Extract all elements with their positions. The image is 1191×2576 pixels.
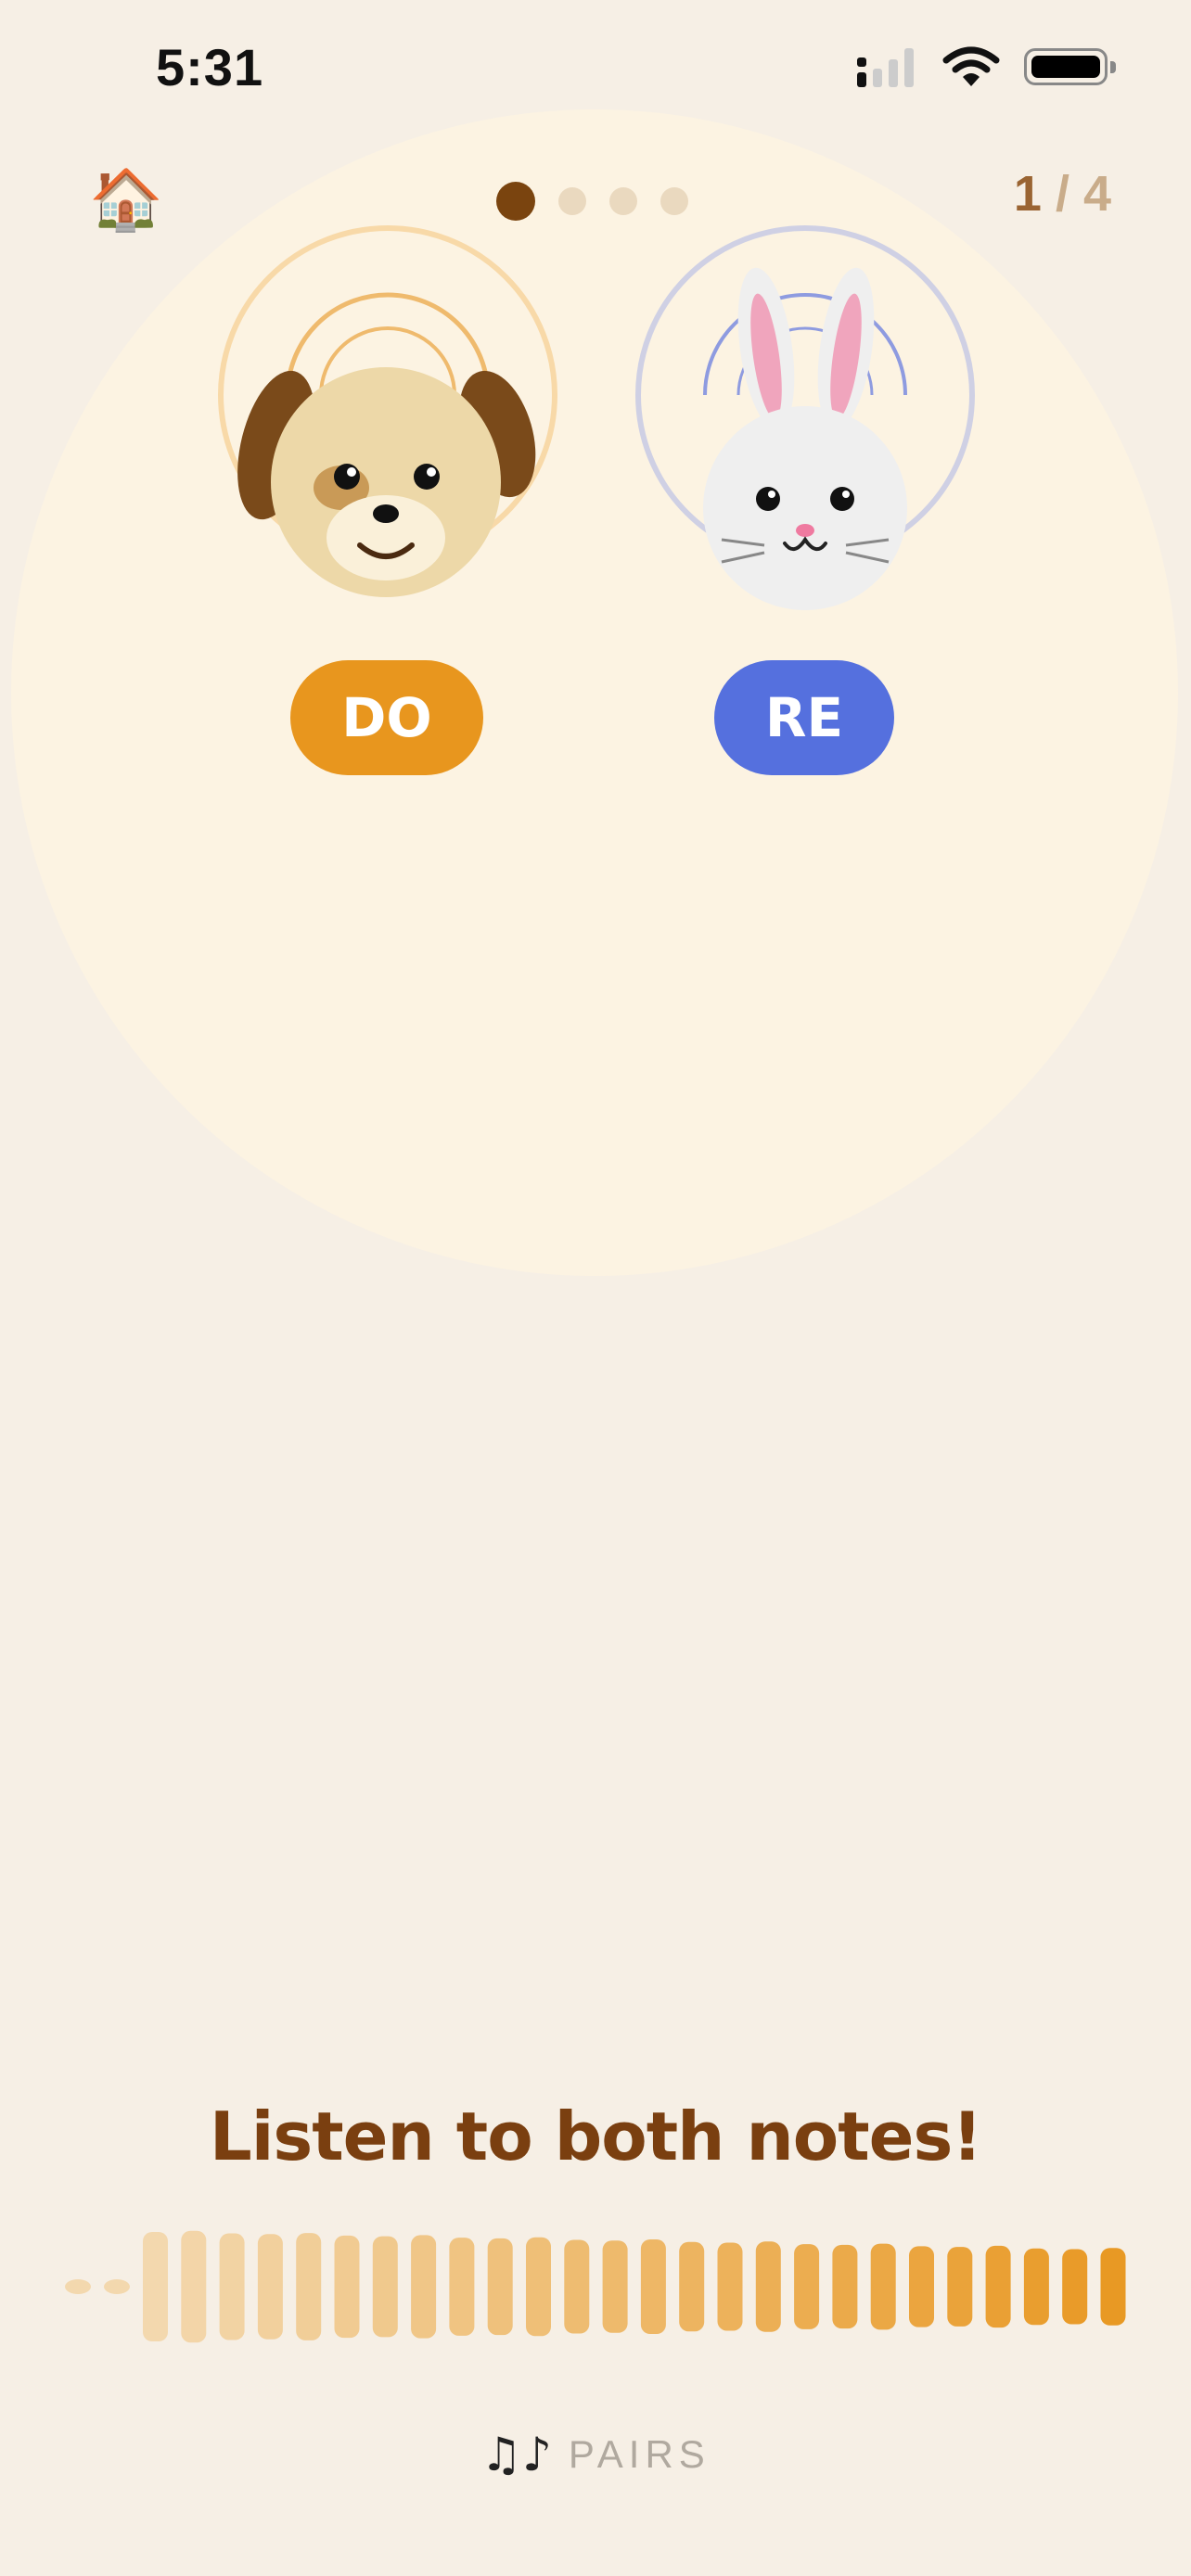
waveform-bar [794,2244,820,2329]
page-counter: 1 / 4 [1014,165,1111,223]
dog-character[interactable] [211,219,564,608]
mode-text: PAIRS [568,2432,711,2476]
prompt-text: Listen to both notes! [209,2098,982,2175]
waveform-bar [449,2238,475,2336]
progress-dot [558,187,586,215]
battery-icon [1024,48,1116,85]
background-circle [11,109,1178,1276]
waveform-bar [947,2247,973,2327]
waveform-bar [219,2233,245,2340]
bunny-character[interactable] [629,219,981,618]
waveform-dot [65,2279,91,2294]
wifi-icon [942,46,1000,86]
waveform-bar [181,2230,207,2343]
music-notes-icon: ♫♪ [480,2428,552,2481]
waveform-bar [257,2234,283,2340]
waveform-bar [717,2242,743,2331]
waveform-bar [985,2245,1011,2328]
cellular-signal-icon [857,48,914,87]
progress-dots [496,182,688,221]
waveform-bar [564,2239,590,2334]
waveform-bar [909,2246,934,2327]
waveform-bar [602,2240,628,2333]
waveform-bar [143,2232,168,2341]
status-icons [855,45,1116,89]
note-button-do[interactable]: DO [290,660,483,775]
waveform-bar [1062,2249,1088,2325]
waveform-bar [334,2235,360,2339]
waveform-bar [296,2233,322,2340]
waveform-bar [411,2235,437,2339]
progress-dot-active [496,182,535,221]
waveform-bar [755,2241,781,2332]
progress-dot [660,187,688,215]
waveform-bar [487,2238,513,2336]
waveform-bar [1023,2248,1049,2326]
waveform-bar [1100,2248,1126,2326]
page-counter-current: 1 [1013,166,1042,222]
page-counter-separator: / [1041,166,1083,222]
waveform-bar [372,2236,398,2338]
home-button[interactable]: 🏠 [89,165,163,236]
note-button-re[interactable]: RE [714,660,894,775]
waveform-bar [640,2239,666,2334]
waveform-bar [870,2243,896,2330]
waveform-dot [104,2279,130,2294]
house-icon: 🏠 [89,166,163,235]
waveform-bar [526,2237,551,2337]
waveform-bar [679,2241,705,2332]
progress-dot [609,187,637,215]
audio-waveform [65,2230,1126,2343]
status-time: 5:31 [156,38,264,96]
page-counter-total: 4 [1082,166,1111,222]
mode-label: ♫♪ PAIRS [0,2428,1191,2481]
waveform-bar [832,2244,858,2329]
